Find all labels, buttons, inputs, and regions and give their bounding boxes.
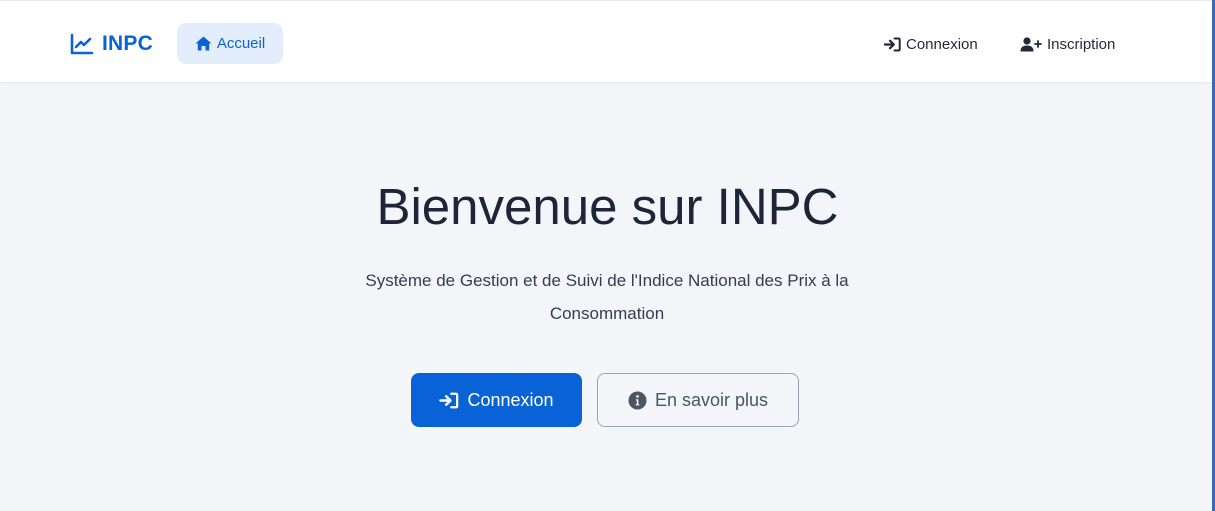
sign-in-icon: [439, 392, 459, 409]
subtitle-line-1: Système de Gestion et de Suivi de l'Indi…: [365, 271, 849, 290]
top-navbar: INPC Accueil Connexion Inscription: [0, 0, 1215, 82]
page-title: Bienvenue sur INPC: [376, 178, 839, 235]
nav-signup-link[interactable]: Inscription: [1020, 34, 1115, 54]
home-icon: [195, 36, 212, 51]
login-button[interactable]: Connexion: [411, 373, 582, 427]
chart-line-icon: [70, 33, 94, 55]
learn-more-button[interactable]: En savoir plus: [597, 373, 799, 427]
user-plus-icon: [1020, 36, 1042, 52]
nav-signup-label: Inscription: [1047, 35, 1116, 53]
sign-in-icon: [884, 37, 901, 52]
nav-login-label: Connexion: [906, 35, 978, 53]
page-subtitle: Système de Gestion et de Suivi de l'Indi…: [307, 264, 907, 330]
brand-link[interactable]: INPC: [70, 31, 153, 57]
brand-text: INPC: [102, 32, 153, 55]
subtitle-line-2: Consommation: [549, 304, 665, 323]
nav-login-link[interactable]: Connexion: [884, 34, 978, 54]
nav-home-link[interactable]: Accueil: [177, 23, 283, 64]
learn-more-button-label: En savoir plus: [654, 389, 769, 410]
info-circle-icon: [628, 391, 647, 410]
nav-home-label: Accueil: [216, 35, 266, 52]
login-button-label: Connexion: [467, 389, 554, 410]
